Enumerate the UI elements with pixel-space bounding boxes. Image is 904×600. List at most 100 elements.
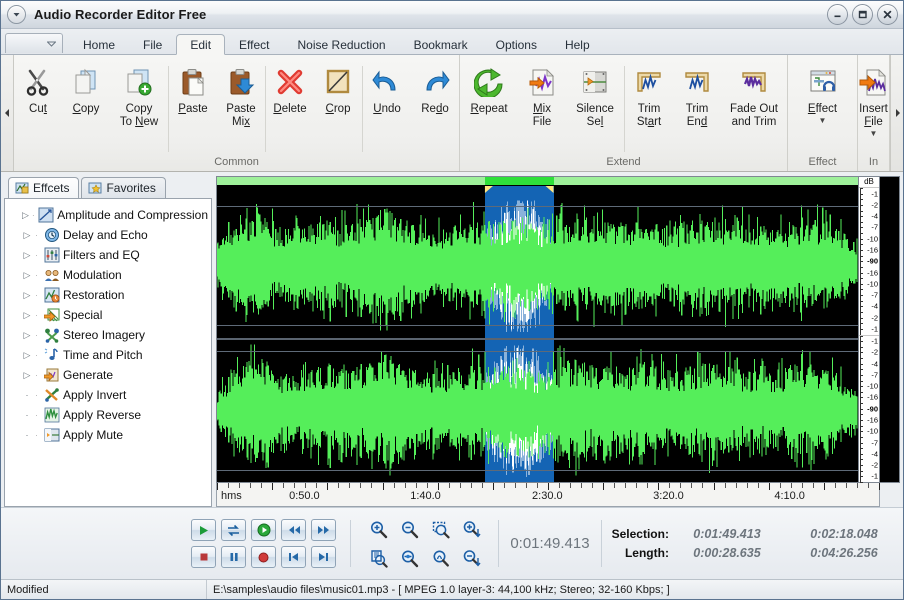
minimize-button[interactable] [827,4,848,25]
tab-noise-reduction[interactable]: Noise Reduction [284,34,400,55]
stop-button[interactable] [191,546,216,568]
expand-arrow-icon[interactable]: ▷ [22,230,32,241]
expand-arrow-icon[interactable]: ▷ [22,290,32,301]
chevron-down-icon[interactable]: ▼ [870,131,878,137]
waveform-channel-left[interactable] [217,195,858,338]
tree-item-filters-and-eq[interactable]: ▷·Filters and EQ [8,245,208,265]
copy-to-new-button[interactable]: CopyTo New [110,60,168,138]
sidebar-tab-effects[interactable]: Effcets [8,177,79,198]
tab-home[interactable]: Home [69,34,129,55]
expand-arrow-icon[interactable]: ▷ [22,350,32,361]
mix-file-button[interactable]: MixFile [518,60,566,138]
apply-reverse-icon [44,407,60,423]
tab-edit[interactable]: Edit [176,34,225,55]
tree-leaf-connector: · [22,410,32,420]
title-bar: Audio Recorder Editor Free [1,1,903,29]
tree-item-special[interactable]: ▷·Special [8,305,208,325]
zoom-out-button[interactable] [396,517,422,541]
ribbon-scroll-right-button[interactable] [890,55,903,171]
record-button[interactable] [251,546,276,568]
skip-to-end-icon [317,551,330,563]
tab-effect[interactable]: Effect [225,34,283,55]
chevron-down-icon[interactable]: ▼ [819,118,827,124]
waveform-canvas[interactable] [216,176,858,483]
maximize-button[interactable] [852,4,873,25]
tab-help[interactable]: Help [551,34,604,55]
tree-item-apply-mute[interactable]: ··Apply Mute [8,425,208,445]
tree-item-stereo-imagery[interactable]: ▷·Stereo Imagery [8,325,208,345]
tree-item-delay-and-echo[interactable]: ▷·Delay and Echo [8,225,208,245]
zoom-in-button[interactable] [365,517,391,541]
crop-button[interactable]: Crop [314,60,362,138]
ruler-label: 0:50.0 [289,490,320,502]
tab-options[interactable]: Options [482,34,551,55]
zoom-fit-button[interactable] [427,546,453,570]
silence-sel-button[interactable]: SilenceSel [566,60,624,138]
delete-button[interactable]: Delete [266,60,314,138]
transport-bar: 0:01:49.413 Selection: 0:01:49.413 0:02:… [1,507,903,579]
tree-item-generate[interactable]: ▷·Generate [8,365,208,385]
tree-item-amplitude-and-compression[interactable]: ▷·Amplitude and Compression [8,205,208,225]
sidebar-tab-favorites[interactable]: Favorites [81,177,165,198]
play-selection-icon [257,523,271,537]
skip-start-button[interactable] [281,546,306,568]
play-selection-button[interactable] [251,519,276,541]
button-label: Repeat [470,103,507,116]
undo-button[interactable]: Undo [363,60,411,138]
overview-strip[interactable] [217,177,858,186]
vertical-scroll-strip[interactable] [880,176,900,483]
ribbon-scroll-left-button[interactable] [1,55,14,171]
zoom-full-button[interactable] [365,546,391,570]
expand-arrow-icon[interactable]: ▷ [22,210,29,221]
play-button[interactable] [191,519,216,541]
effect-button[interactable]: Effect ▼ [799,60,847,138]
copy-button[interactable]: Copy [62,60,110,138]
expand-arrow-icon[interactable]: ▷ [22,250,32,261]
tree-item-time-and-pitch[interactable]: ▷·Time and Pitch [8,345,208,365]
skip-end-button[interactable] [311,546,336,568]
rewind-button[interactable] [281,519,306,541]
expand-arrow-icon[interactable]: ▷ [22,330,32,341]
paste-mix-button[interactable]: PasteMix [217,60,265,138]
zoom-out-vertical-button[interactable] [458,546,484,570]
button-label: Redo [421,103,449,116]
close-button[interactable] [877,4,898,25]
timeline-ruler[interactable]: hms 0:50.0 1:40.0 2:30.0 3:20.0 4:10.0 [216,483,880,507]
tree-item-modulation[interactable]: ▷·Modulation [8,265,208,285]
tree-leaf-connector: · [22,390,32,400]
waveform-channel-right[interactable] [217,338,858,483]
trim-start-button[interactable]: TrimStart [625,60,673,138]
app-menu-button[interactable] [7,5,26,24]
button-label: Effect [808,103,837,116]
fast-forward-icon [317,524,331,536]
paste-icon [178,65,208,99]
zoom-selection-button[interactable] [427,517,453,541]
repeat-button[interactable]: Repeat [460,60,518,138]
loop-button[interactable] [221,519,246,541]
insert-file-button[interactable]: Insert File ▼ [858,60,890,138]
zoom-controls [355,517,494,570]
paste-button[interactable]: Paste [169,60,217,138]
tree-item-apply-invert[interactable]: ··Apply Invert [8,385,208,405]
ribbon-group-label: Extend [460,154,787,171]
tab-label: Options [496,38,537,52]
tree-item-apply-reverse[interactable]: ··Apply Reverse [8,405,208,425]
zoom-in-vertical-button[interactable] [458,517,484,541]
trim-end-button[interactable]: TrimEnd [673,60,721,138]
sidebar-tab-strip: Effcets Favorites [4,176,212,198]
pause-button[interactable] [221,546,246,568]
fade-out-and-trim-button[interactable]: Fade Outand Trim [721,60,787,138]
quick-access-toolbar-dropdown[interactable] [5,33,63,53]
tree-item-restoration[interactable]: ▷·Restoration [8,285,208,305]
cut-button[interactable]: Cut [14,60,62,138]
ribbon-group-label: Effect [788,154,857,171]
expand-arrow-icon[interactable]: ▷ [22,270,32,281]
tab-bookmark[interactable]: Bookmark [400,34,482,55]
expand-arrow-icon[interactable]: ▷ [22,310,32,321]
fast-forward-button[interactable] [311,519,336,541]
sidebar-tab-label: Effcets [33,181,69,195]
expand-arrow-icon[interactable]: ▷ [22,370,32,381]
redo-button[interactable]: Redo [411,60,459,138]
tab-file[interactable]: File [129,34,176,55]
zoom-normal-button[interactable] [396,546,422,570]
